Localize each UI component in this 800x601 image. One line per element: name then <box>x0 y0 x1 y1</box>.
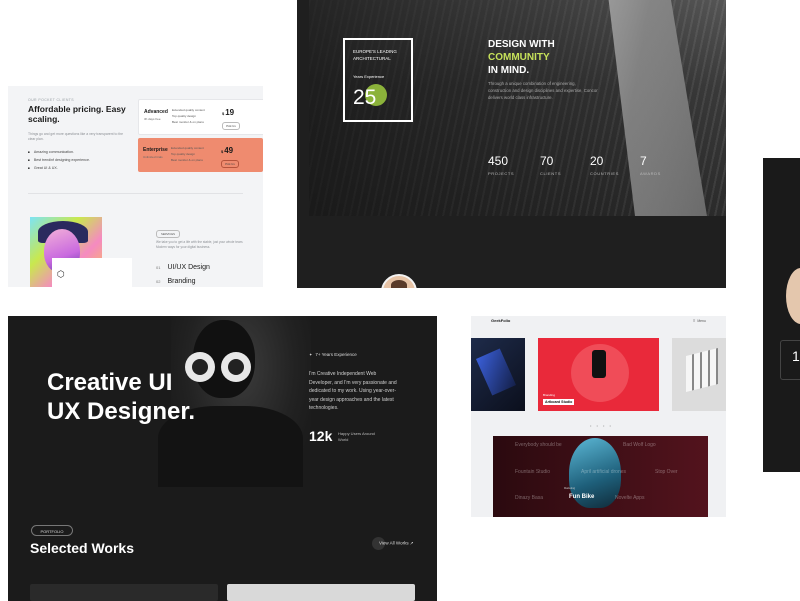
pick-plan-button[interactable]: Pick Us <box>222 122 240 130</box>
stat-value: 20 <box>590 154 604 168</box>
plan-price: $19 <box>222 108 234 117</box>
portrait-image <box>786 268 800 324</box>
plan-subtitle: 3h days free <box>144 117 161 121</box>
work-thumbnail[interactable] <box>30 584 218 601</box>
stat-value: 7 <box>640 154 647 168</box>
headline-text: UX Designer. <box>47 398 196 425</box>
site-logo[interactable]: GeekFolio <box>491 318 510 323</box>
stat-label: CLIENTS <box>540 171 562 176</box>
users-stat-label: Happy Users Around World <box>338 431 375 442</box>
projects-list-panel: Everybody should be Bad Wolf Logo Founta… <box>493 436 708 517</box>
experience-years: 25 <box>353 86 377 109</box>
slide-title: Artboard Studio <box>543 399 575 405</box>
geekfolio-card: GeekFolio Menu Branding Artboard Studio … <box>471 316 726 517</box>
view-all-works-link[interactable]: View All Works ↗ <box>372 537 414 550</box>
pricing-card: OUR POCKET CLIENTS Affordable pricing. E… <box>8 86 263 287</box>
plan-price: $49 <box>221 146 233 155</box>
services-pill: SERVICES <box>156 230 180 238</box>
project-word[interactable]: Dinazy Basa <box>515 495 543 501</box>
phone-mockup <box>592 350 606 378</box>
pricing-description: Things go and get more questions like a … <box>28 132 123 141</box>
slide-tag: Branding <box>543 393 556 397</box>
experience-subtitle: Years Experience <box>353 74 385 79</box>
project-word[interactable]: Novelte Apps <box>615 495 644 501</box>
portfolio-pill: PORTFOLIO <box>31 525 73 536</box>
plan-enterprise: Enterprise Unlimited trials Extended qua… <box>138 138 263 172</box>
experience-title: EUROPE'S LEADING ARCHITECTURAL <box>353 49 397 61</box>
plan-name: Enterprise <box>143 147 168 153</box>
users-stat-value: 12k <box>309 428 333 444</box>
plan-feature: Top quality design <box>172 114 197 118</box>
arch-headline: DESIGN WITH COMMUNITY IN MIND. <box>488 38 598 77</box>
experience-box: EUROPE'S LEADING ARCHITECTURAL Years Exp… <box>343 38 413 122</box>
section-divider <box>28 193 243 194</box>
plan-name: Advanced <box>144 109 168 115</box>
designer-portfolio-card: Creative UI UX Designer. 7+ Years Experi… <box>8 316 437 601</box>
plan-feature: Best monitor & on plans <box>171 158 203 162</box>
service-number: 01 <box>156 265 161 270</box>
price-value: 49 <box>224 146 234 155</box>
arch-paragraph: Through a unique combination of engineer… <box>488 81 598 100</box>
partial-dark-card: 1 <box>763 158 800 472</box>
plan-feature: Extended quality content <box>172 108 205 112</box>
plan-subtitle: Unlimited trials <box>143 155 163 159</box>
service-label: Branding <box>167 278 196 285</box>
stat-label: COUNTRIES <box>590 171 619 176</box>
slide-thumbnail[interactable] <box>672 338 726 411</box>
services-description: We take you to get a life with the stabl… <box>156 240 244 249</box>
active-slide[interactable]: Branding Artboard Studio <box>538 338 659 411</box>
project-word[interactable]: April artificial drones <box>581 469 626 475</box>
service-label: UI/UX Design <box>167 264 210 271</box>
currency-symbol: $ <box>221 149 224 154</box>
pricing-feature: Amazing communication. <box>28 150 74 154</box>
architecture-card: EUROPE'S LEADING ARCHITECTURAL Years Exp… <box>297 0 726 288</box>
plan-feature: Top quality design <box>171 152 196 156</box>
project-word[interactable]: Everybody should be <box>515 442 562 448</box>
designer-headline: Creative UI UX Designer. <box>47 368 195 426</box>
stat-number: 1 <box>792 348 800 364</box>
stat-countries: 20 COUNTRIES <box>590 154 619 176</box>
stat-projects: 450 PROJECTS <box>488 154 514 176</box>
pricing-feature: Great UI & UX. <box>28 166 58 170</box>
experience-label: 7+ Years Experience <box>309 352 356 357</box>
headline-line-1: Creative UI <box>47 369 173 396</box>
slide-thumbnail[interactable] <box>471 338 525 411</box>
pricing-tag: OUR POCKET CLIENTS <box>28 98 75 102</box>
avatar <box>381 274 417 288</box>
plan-advanced: Advanced 3h days free Extended quality c… <box>138 99 263 135</box>
designer-bio: I'm Creative Independent Web Developer, … <box>309 371 397 411</box>
project-word[interactable]: Fountain Studio <box>515 469 550 475</box>
service-item[interactable]: 02 Branding <box>156 278 195 285</box>
slider-dots[interactable]: • • • • <box>590 423 613 428</box>
section-title: Selected Works <box>30 540 135 556</box>
pricing-feature: Best trendinf designing experience. <box>28 158 90 162</box>
stat-value: 70 <box>540 154 554 168</box>
stat-value: 450 <box>488 154 509 168</box>
pricing-title: Affordable pricing. Easy scaling. <box>28 104 126 124</box>
project-word-active[interactable]: Fun Bike <box>569 494 594 500</box>
headline-line-2: IN MIND. <box>488 65 530 76</box>
stat-label: PROJECTS <box>488 171 515 176</box>
plan-feature: Best monitor & on plans <box>172 120 204 124</box>
stat-clients: 70 CLIENTS <box>540 154 561 176</box>
pick-plan-button[interactable]: Pick Us <box>221 160 239 168</box>
price-value: 19 <box>225 108 235 117</box>
project-word[interactable]: Stop Over <box>655 469 678 475</box>
headline-accent: COMMUNITY <box>488 52 550 63</box>
service-number: 02 <box>156 279 161 284</box>
headline-line-2: UX Designer. <box>47 397 195 426</box>
highlight-tag: Marketing <box>564 487 575 490</box>
work-thumbnail[interactable] <box>227 584 415 601</box>
currency-symbol: $ <box>222 111 225 116</box>
headline-line-1: DESIGN WITH <box>488 39 555 50</box>
stat-awards: 7 AWARDS <box>640 154 661 176</box>
plan-feature: Extended quality content <box>171 146 204 150</box>
stat-label: AWARDS <box>640 171 661 176</box>
service-item[interactable]: 01 UI/UX Design <box>156 264 210 271</box>
project-word[interactable]: Bad Wolf Logo <box>623 442 656 448</box>
cube-icon: ⬡ <box>57 269 65 279</box>
menu-button[interactable]: Menu <box>693 318 705 323</box>
